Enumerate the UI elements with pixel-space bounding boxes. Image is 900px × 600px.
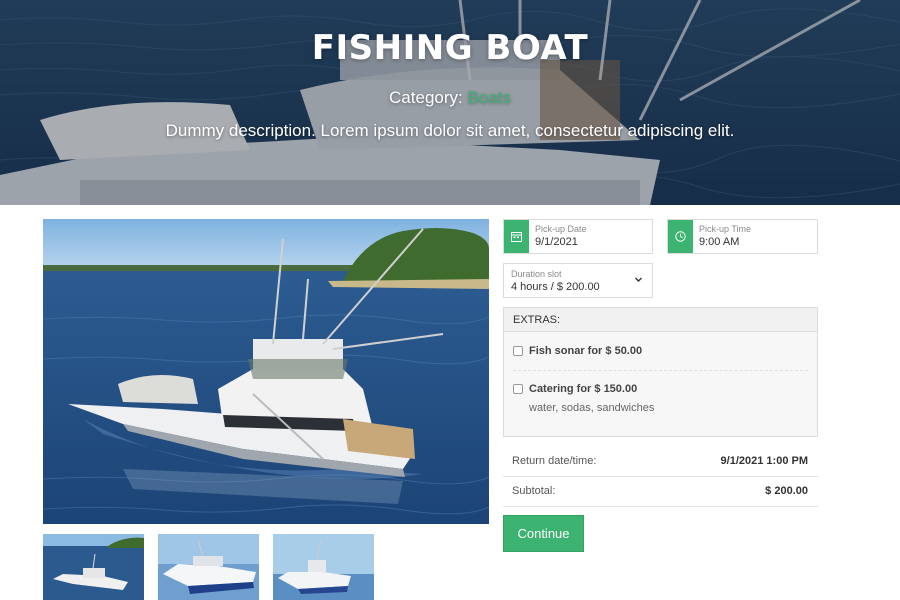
pickup-date-label: Pick-up Date <box>535 224 587 234</box>
page-description: Dummy description. Lorem ipsum dolor sit… <box>165 121 735 140</box>
fish-sonar-checkbox[interactable] <box>513 346 523 356</box>
page-title: FISHING BOAT <box>311 28 589 68</box>
category-line: Category: Boats <box>0 88 900 108</box>
pickup-time-value: 9:00 AM <box>699 236 740 248</box>
return-value: 9/1/2021 1:00 PM <box>720 455 808 467</box>
pickup-time-field[interactable]: Pick-up Time 9:00 AM <box>667 219 818 254</box>
catering-checkbox[interactable] <box>513 384 523 394</box>
category-link[interactable]: Boats <box>467 88 510 107</box>
duration-select[interactable]: Duration slot 4 hours / $ 200.00 <box>503 263 653 298</box>
thumbnail-3[interactable] <box>273 534 374 600</box>
fish-sonar-label[interactable]: Fish sonar for $ 50.00 <box>529 345 642 357</box>
thumbnail-2[interactable] <box>158 534 259 600</box>
pickup-date-field[interactable]: Pick-up Date 9/1/2021 <box>503 219 653 254</box>
extras-header: EXTRAS: <box>504 308 817 332</box>
catering-description: water, sodas, sandwiches <box>529 402 655 414</box>
return-datetime-row: Return date/time: 9/1/2021 1:00 PM <box>503 446 818 476</box>
catering-label[interactable]: Catering for $ 150.00 <box>529 383 637 395</box>
duration-label: Duration slot <box>511 269 562 279</box>
extras-divider <box>513 370 808 371</box>
summary-divider-bottom <box>503 506 818 507</box>
extras-panel: EXTRAS: Fish sonar for $ 50.00 Catering … <box>503 307 818 437</box>
subtotal-label: Subtotal: <box>512 485 556 497</box>
pickup-time-label: Pick-up Time <box>699 224 752 234</box>
chevron-down-icon <box>635 277 642 282</box>
continue-button[interactable]: Continue <box>503 515 584 552</box>
thumbnail-1[interactable] <box>43 534 144 600</box>
pickup-date-value: 9/1/2021 <box>535 236 578 248</box>
return-label: Return date/time: <box>512 455 597 467</box>
calendar-icon <box>504 220 529 253</box>
hero-banner: FISHING BOAT Category: Boats Dummy descr… <box>0 0 900 205</box>
category-prefix: Category: <box>389 88 463 107</box>
main-boat-image[interactable] <box>43 219 489 524</box>
duration-value: 4 hours / $ 200.00 <box>511 281 600 293</box>
subtotal-row: Subtotal: $ 200.00 <box>503 476 818 506</box>
subtotal-value: $ 200.00 <box>765 485 808 497</box>
clock-icon <box>668 220 693 253</box>
